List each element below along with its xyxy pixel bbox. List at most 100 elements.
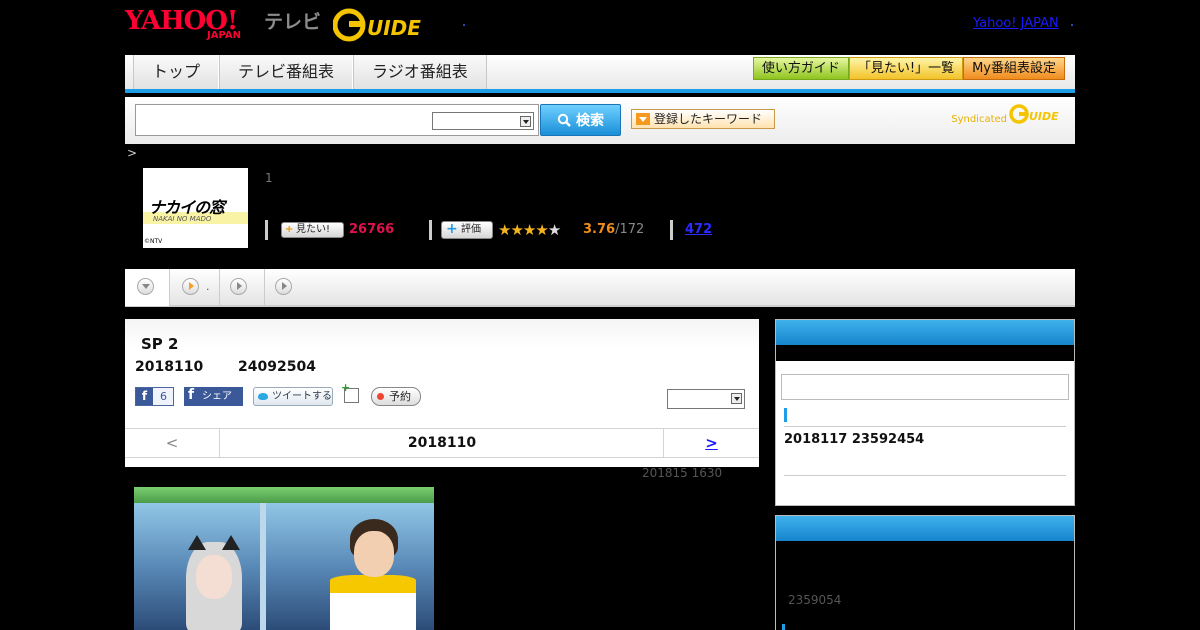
header-dot bbox=[463, 24, 465, 26]
play-icon bbox=[182, 278, 199, 295]
star-icon: ★ bbox=[547, 221, 561, 239]
program-tabs: . bbox=[125, 269, 1075, 307]
review-count-link[interactable]: 472 bbox=[685, 222, 712, 237]
current-episode-date: 2018110 bbox=[407, 435, 477, 451]
rating-value: 3.76 bbox=[583, 222, 616, 237]
registered-keywords-button[interactable]: 登録したキーワード bbox=[631, 109, 775, 129]
stat-divider bbox=[429, 220, 432, 240]
facebook-share-button[interactable]: シェア bbox=[184, 386, 243, 406]
chevron-down-icon bbox=[731, 393, 742, 404]
header-dot bbox=[1071, 24, 1073, 26]
photo-pillar bbox=[260, 503, 266, 630]
cat-ear bbox=[188, 535, 206, 550]
updated-timestamp: 201815 1630 bbox=[642, 466, 723, 480]
sidebar-box: 2359054 bbox=[775, 515, 1075, 630]
nav-buttons: 使い方ガイド 「見たい!」一覧 My番組表設定 bbox=[752, 57, 1065, 80]
dropdown-arrow-icon bbox=[636, 113, 650, 125]
sidebar-box-header bbox=[776, 516, 1074, 541]
sidebar-item[interactable]: 2018117 23592454 bbox=[784, 432, 924, 447]
sidebar-marker bbox=[782, 624, 785, 630]
program-tab-2-label: . bbox=[206, 280, 210, 293]
svg-text:UIDE: UIDE bbox=[1029, 110, 1059, 123]
stat-divider bbox=[265, 220, 268, 240]
divider bbox=[784, 475, 1066, 476]
mitai-list-button[interactable]: 「見たい!」一覧 bbox=[848, 57, 964, 80]
main-nav: トップ テレビ番組表 ラジオ番組表 使い方ガイド 「見たい!」一覧 My番組表設… bbox=[125, 55, 1075, 93]
facebook-like-count: 6 bbox=[160, 390, 167, 403]
tweet-button[interactable]: ツイートする bbox=[253, 387, 333, 406]
star-icon: ★ bbox=[498, 221, 511, 239]
episode-number: 1 bbox=[265, 171, 273, 185]
site-header: YAHOO! JAPAN テレビ UIDE Yahoo! JAPAN bbox=[125, 0, 1075, 55]
tv-label[interactable]: テレビ bbox=[264, 7, 321, 34]
program-tab-3[interactable] bbox=[220, 269, 265, 306]
add-calendar-icon[interactable] bbox=[341, 381, 359, 403]
yahoo-japan-link[interactable]: Yahoo! JAPAN bbox=[973, 16, 1059, 31]
my-listings-settings-button[interactable]: My番組表設定 bbox=[963, 57, 1065, 80]
program-logo-subtext: NAKAI NO MADO bbox=[153, 215, 212, 223]
episode-select[interactable] bbox=[667, 389, 745, 409]
photo-banner bbox=[134, 487, 434, 503]
svg-text:UIDE: UIDE bbox=[367, 16, 421, 40]
cat-ear bbox=[222, 535, 240, 550]
mitai-button[interactable]: 見たい! bbox=[281, 222, 344, 238]
chevron-down-icon bbox=[520, 116, 531, 127]
program-logo: ナカイの窓 NAKAI NO MADO ©NTV bbox=[143, 168, 248, 248]
episode-photo bbox=[134, 487, 434, 630]
photo-person-shirt-stripe bbox=[330, 575, 416, 593]
sidebar-box-text: 2359054 bbox=[788, 593, 842, 607]
sidebar-box: 2018117 23592454 bbox=[775, 319, 1075, 506]
registered-keywords-label: 登録したキーワード bbox=[654, 112, 763, 126]
episode-time: 24092504 bbox=[238, 359, 316, 375]
episode-title: SP 2 bbox=[141, 335, 179, 353]
search-category-select[interactable] bbox=[432, 112, 534, 130]
syndicated-label: Syndicated bbox=[951, 114, 1007, 125]
rating-stars: ★★★★★ bbox=[498, 221, 561, 239]
yahoo-logo-subtext: JAPAN bbox=[207, 30, 241, 41]
play-icon bbox=[275, 278, 292, 295]
episode-panel: SP 2 2018110 24092504 f 6 シェア ツイートする 予約 … bbox=[125, 319, 759, 467]
play-icon bbox=[230, 278, 247, 295]
program-logo-credit: ©NTV bbox=[144, 238, 163, 245]
sidebar-box-strip bbox=[776, 345, 1074, 361]
mitai-count: 26766 bbox=[349, 222, 395, 237]
search-icon bbox=[557, 113, 571, 127]
search-button-label: 検索 bbox=[576, 113, 604, 129]
yahoo-japan-logo[interactable]: YAHOO! JAPAN bbox=[125, 6, 260, 42]
photo-person-face bbox=[354, 531, 394, 577]
nav-tab-tv-listings[interactable]: テレビ番組表 bbox=[219, 55, 354, 89]
syndicated-badge: Syndicated UIDE bbox=[951, 103, 1065, 125]
gguide-logo[interactable]: UIDE bbox=[333, 8, 433, 42]
nav-tab-radio-listings[interactable]: ラジオ番組表 bbox=[353, 55, 487, 89]
rate-button[interactable]: 評価 bbox=[441, 221, 493, 239]
divider bbox=[784, 426, 1066, 427]
prev-episode-button[interactable]: < bbox=[125, 429, 220, 457]
sidebar-marker bbox=[784, 408, 787, 422]
episode-date: 2018110 bbox=[135, 359, 204, 375]
reserve-button[interactable]: 予約 bbox=[371, 387, 421, 406]
star-icon: ★ bbox=[535, 221, 548, 239]
star-icon: ★ bbox=[510, 221, 523, 239]
star-icon: ★ bbox=[522, 221, 536, 239]
rating: 3.76/172 bbox=[583, 222, 644, 237]
facebook-icon: f bbox=[136, 388, 153, 405]
rating-count: /172 bbox=[615, 222, 645, 237]
sidebar-box-header bbox=[776, 320, 1074, 345]
stat-divider bbox=[670, 220, 673, 240]
nav-tab-top[interactable]: トップ bbox=[133, 55, 220, 89]
nav-tabs: トップ テレビ番組表 ラジオ番組表 bbox=[133, 55, 487, 89]
search-button[interactable]: 検索 bbox=[540, 104, 621, 136]
program-tab-2[interactable]: . bbox=[170, 269, 220, 306]
program-tab-4[interactable] bbox=[265, 269, 297, 306]
gguide-small-logo: UIDE bbox=[1009, 104, 1059, 124]
facebook-like-button[interactable]: f 6 bbox=[135, 387, 174, 406]
photo-person-face bbox=[196, 555, 232, 599]
breadcrumb[interactable]: > bbox=[127, 146, 137, 160]
sidebar-input[interactable] bbox=[781, 374, 1069, 400]
next-episode-link[interactable]: > bbox=[663, 429, 759, 457]
program-tab-1[interactable] bbox=[125, 269, 170, 306]
page: YAHOO! JAPAN テレビ UIDE Yahoo! JAPAN トップ テ… bbox=[0, 0, 1200, 630]
guide-button[interactable]: 使い方ガイド bbox=[752, 57, 849, 80]
search-bar: 検索 登録したキーワード Syndicated UIDE bbox=[125, 97, 1075, 144]
episode-nav: < 2018110 > bbox=[125, 428, 759, 458]
